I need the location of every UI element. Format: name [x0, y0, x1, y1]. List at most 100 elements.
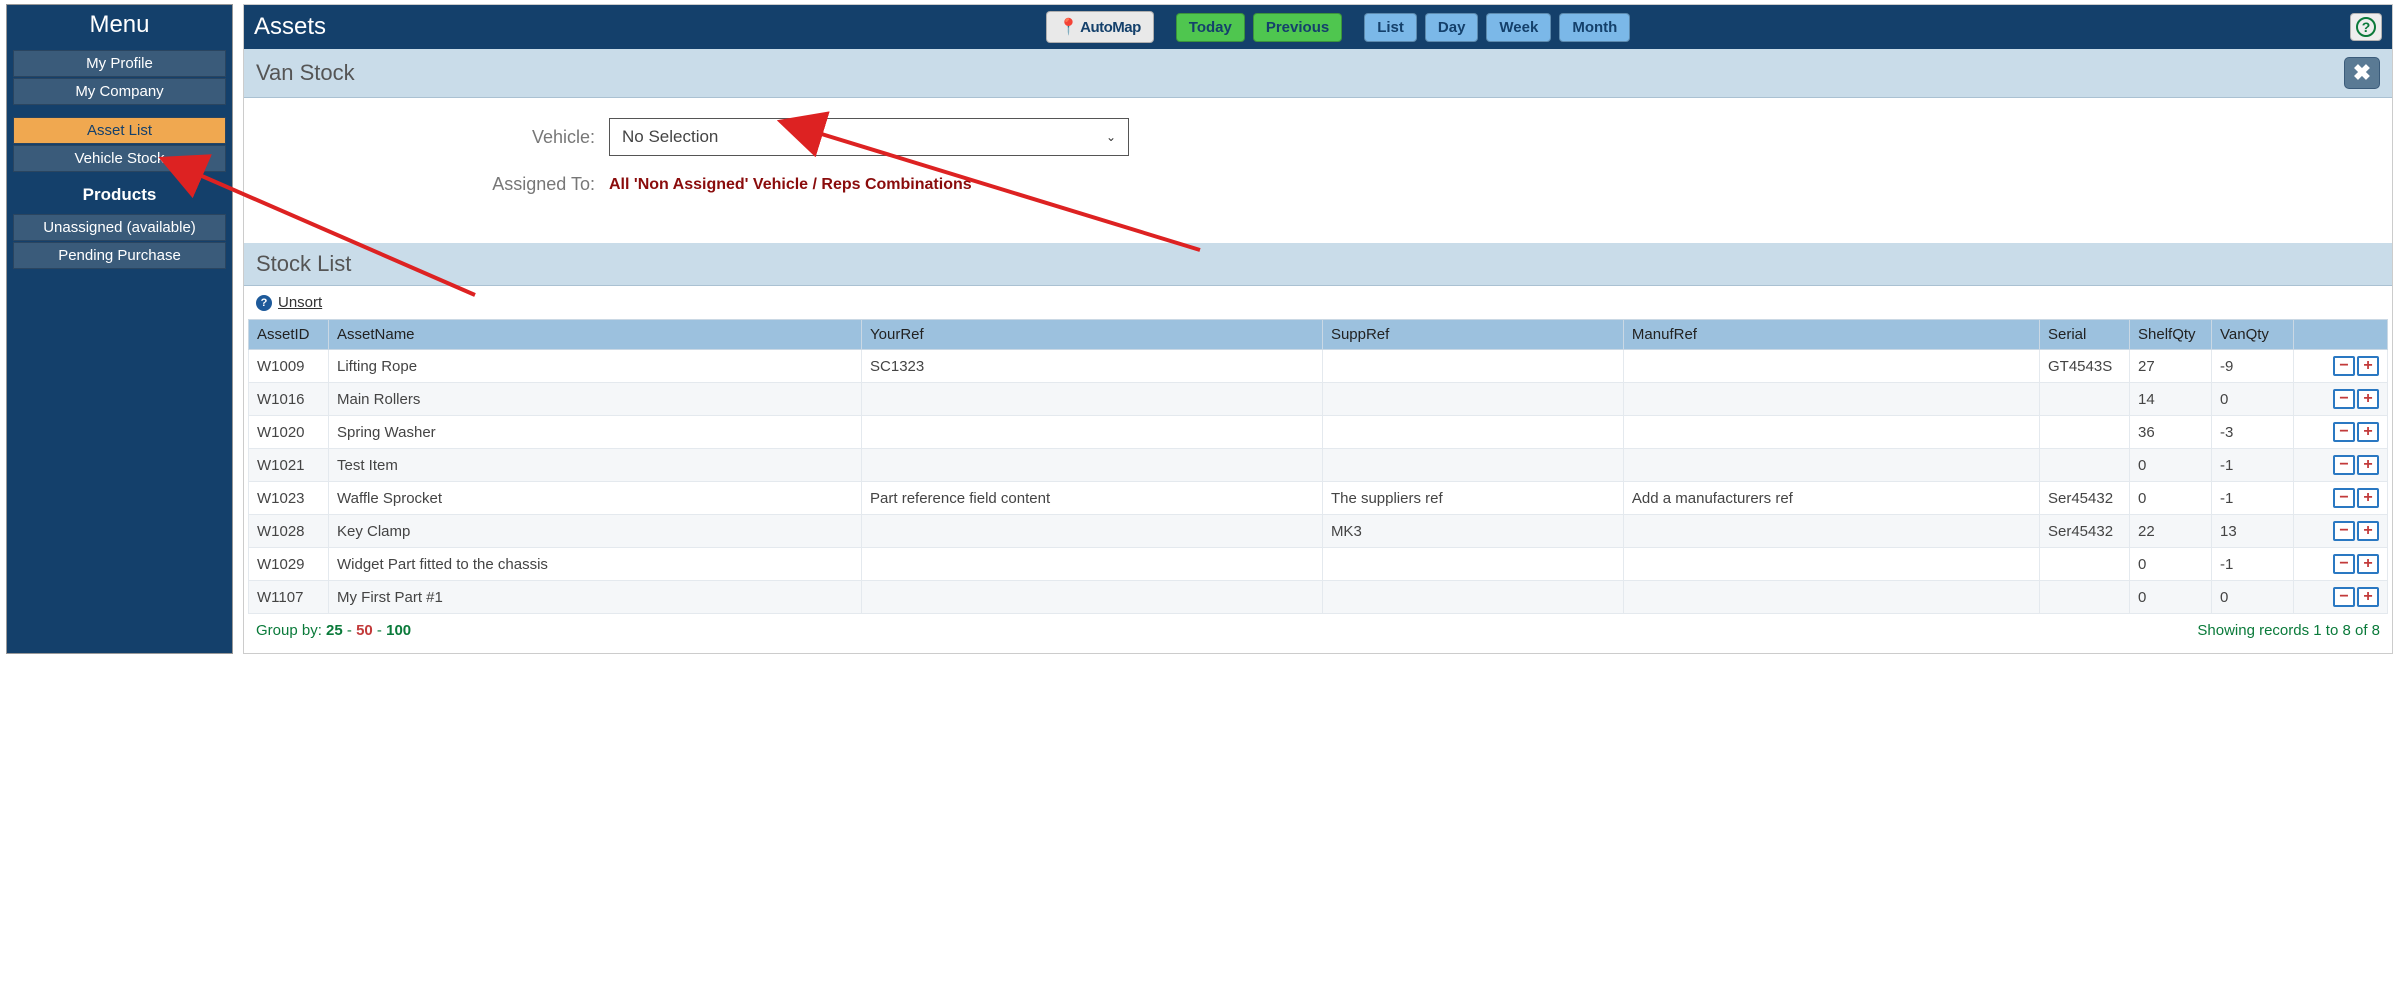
cell-manuf-ref: [1623, 449, 2039, 482]
cell-actions: −+: [2294, 449, 2388, 482]
month-view-button[interactable]: Month: [1559, 13, 1630, 42]
cell-asset-id: W1009: [249, 350, 329, 383]
van-stock-header: Van Stock ✖: [244, 49, 2392, 98]
cell-van-qty: -3: [2212, 416, 2294, 449]
cell-actions: −+: [2294, 515, 2388, 548]
col-your-ref[interactable]: YourRef: [862, 320, 1323, 350]
sidebar: Menu My Profile My Company Asset List Ve…: [6, 4, 233, 654]
cell-asset-name: Spring Washer: [329, 416, 862, 449]
list-view-button[interactable]: List: [1364, 13, 1417, 42]
cell-serial: [2040, 383, 2130, 416]
increment-button[interactable]: +: [2357, 554, 2379, 574]
cell-shelf-qty: 27: [2130, 350, 2212, 383]
col-asset-name[interactable]: AssetName: [329, 320, 862, 350]
cell-serial: [2040, 581, 2130, 614]
menu-item-pending-purchase[interactable]: Pending Purchase: [13, 242, 226, 269]
menu-item-my-company[interactable]: My Company: [13, 78, 226, 105]
close-icon: ✖: [2353, 60, 2371, 86]
cell-serial: Ser45432: [2040, 482, 2130, 515]
cell-shelf-qty: 0: [2130, 581, 2212, 614]
increment-button[interactable]: +: [2357, 521, 2379, 541]
cell-supp-ref: MK3: [1322, 515, 1623, 548]
col-manuf-ref[interactable]: ManufRef: [1623, 320, 2039, 350]
decrement-button[interactable]: −: [2333, 455, 2355, 475]
cell-shelf-qty: 0: [2130, 548, 2212, 581]
increment-button[interactable]: +: [2357, 455, 2379, 475]
page-title: Assets: [254, 13, 326, 41]
decrement-button[interactable]: −: [2333, 356, 2355, 376]
stock-table: AssetID AssetName YourRef SuppRef ManufR…: [248, 319, 2388, 614]
cell-your-ref: Part reference field content: [862, 482, 1323, 515]
increment-button[interactable]: +: [2357, 422, 2379, 442]
vehicle-select[interactable]: No Selection ⌄: [609, 118, 1129, 156]
cell-van-qty: 13: [2212, 515, 2294, 548]
vehicle-label: Vehicle:: [274, 127, 609, 148]
help-icon: ?: [2356, 17, 2376, 37]
cell-asset-id: W1020: [249, 416, 329, 449]
vehicle-select-value: No Selection: [622, 127, 718, 147]
week-view-button[interactable]: Week: [1486, 13, 1551, 42]
cell-actions: −+: [2294, 350, 2388, 383]
col-asset-id[interactable]: AssetID: [249, 320, 329, 350]
map-pin-icon: 📍: [1059, 17, 1078, 37]
unsort-link[interactable]: Unsort: [278, 294, 322, 311]
increment-button[interactable]: +: [2357, 587, 2379, 607]
cell-serial: GT4543S: [2040, 350, 2130, 383]
cell-your-ref: [862, 548, 1323, 581]
cell-supp-ref: [1322, 548, 1623, 581]
decrement-button[interactable]: −: [2333, 521, 2355, 541]
cell-manuf-ref: [1623, 383, 2039, 416]
cell-asset-name: My First Part #1: [329, 581, 862, 614]
menu-item-my-profile[interactable]: My Profile: [13, 50, 226, 77]
cell-van-qty: -9: [2212, 350, 2294, 383]
cell-supp-ref: The suppliers ref: [1322, 482, 1623, 515]
table-row: W1020Spring Washer36-3−+: [249, 416, 2388, 449]
cell-your-ref: [862, 449, 1323, 482]
chevron-down-icon: ⌄: [1106, 130, 1116, 144]
increment-button[interactable]: +: [2357, 488, 2379, 508]
col-supp-ref[interactable]: SuppRef: [1322, 320, 1623, 350]
cell-asset-id: W1023: [249, 482, 329, 515]
cell-van-qty: 0: [2212, 581, 2294, 614]
decrement-button[interactable]: −: [2333, 554, 2355, 574]
decrement-button[interactable]: −: [2333, 389, 2355, 409]
table-row: W1023Waffle SprocketPart reference field…: [249, 482, 2388, 515]
group-by-option-25[interactable]: 25: [326, 622, 343, 639]
cell-van-qty: -1: [2212, 548, 2294, 581]
assigned-to-value: All 'Non Assigned' Vehicle / Reps Combin…: [609, 176, 972, 194]
sidebar-title: Menu: [7, 5, 232, 49]
cell-asset-name: Test Item: [329, 449, 862, 482]
cell-manuf-ref: [1623, 416, 2039, 449]
info-icon: ?: [256, 295, 272, 311]
day-view-button[interactable]: Day: [1425, 13, 1479, 42]
cell-manuf-ref: [1623, 581, 2039, 614]
table-row: W1016Main Rollers140−+: [249, 383, 2388, 416]
group-by-option-100[interactable]: 100: [386, 622, 411, 639]
menu-item-vehicle-stock[interactable]: Vehicle Stock: [13, 145, 226, 172]
cell-asset-id: W1021: [249, 449, 329, 482]
table-row: W1009Lifting RopeSC1323GT4543S27-9−+: [249, 350, 2388, 383]
increment-button[interactable]: +: [2357, 389, 2379, 409]
col-shelf-qty[interactable]: ShelfQty: [2130, 320, 2212, 350]
main-content: Assets 📍 AutoMap Today Previous List Day…: [243, 4, 2393, 654]
cell-serial: Ser45432: [2040, 515, 2130, 548]
cell-van-qty: 0: [2212, 383, 2294, 416]
decrement-button[interactable]: −: [2333, 587, 2355, 607]
automap-button[interactable]: 📍 AutoMap: [1046, 11, 1154, 43]
col-van-qty[interactable]: VanQty: [2212, 320, 2294, 350]
stock-list-tools: ? Unsort: [244, 286, 2392, 319]
close-button[interactable]: ✖: [2344, 57, 2380, 89]
table-row: W1028Key ClampMK3Ser454322213−+: [249, 515, 2388, 548]
group-by-option-50[interactable]: 50: [356, 622, 373, 639]
menu-item-asset-list[interactable]: Asset List: [13, 117, 226, 144]
increment-button[interactable]: +: [2357, 356, 2379, 376]
col-serial[interactable]: Serial: [2040, 320, 2130, 350]
today-button[interactable]: Today: [1176, 13, 1245, 42]
decrement-button[interactable]: −: [2333, 488, 2355, 508]
previous-button[interactable]: Previous: [1253, 13, 1342, 42]
menu-item-unassigned[interactable]: Unassigned (available): [13, 214, 226, 241]
cell-asset-name: Lifting Rope: [329, 350, 862, 383]
help-button[interactable]: ?: [2350, 13, 2382, 41]
decrement-button[interactable]: −: [2333, 422, 2355, 442]
header-bar: Assets 📍 AutoMap Today Previous List Day…: [244, 5, 2392, 49]
